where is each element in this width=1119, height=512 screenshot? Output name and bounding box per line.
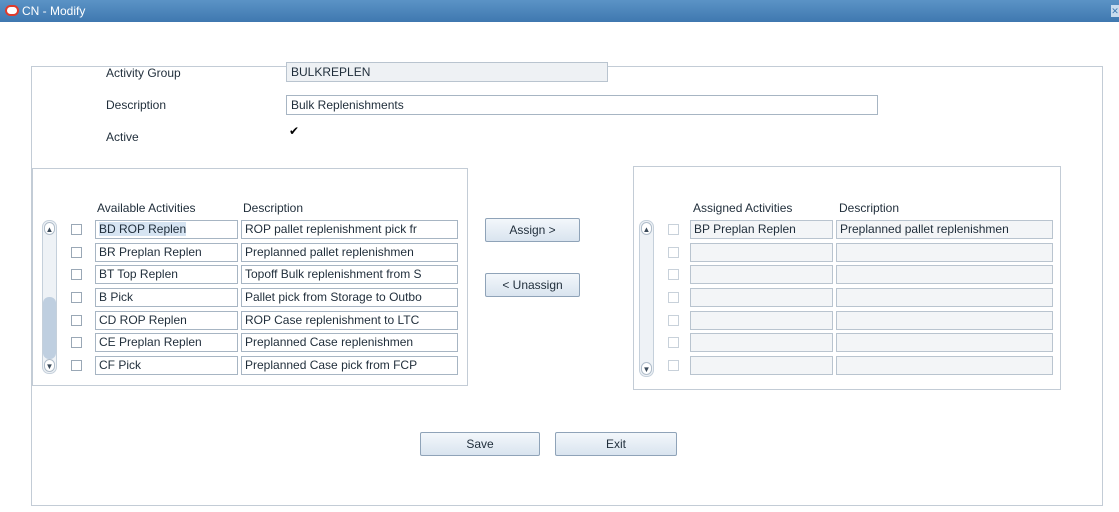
row-select-checkbox[interactable] — [71, 269, 82, 280]
assigned-activity-cell[interactable] — [690, 288, 833, 307]
available-activity-cell[interactable]: CF Pick — [95, 356, 238, 375]
scroll-down-icon[interactable]: ▼ — [641, 362, 652, 375]
available-description-cell[interactable]: Preplanned pallet replenishmen — [241, 243, 458, 262]
assigned-description-header: Description — [839, 201, 900, 215]
assigned-scrollbar[interactable]: ▲ ▼ — [639, 220, 654, 377]
row-select-checkbox[interactable] — [71, 360, 82, 371]
assigned-description-cell[interactable] — [836, 311, 1053, 330]
assigned-activity-cell[interactable] — [690, 265, 833, 284]
available-description-cell[interactable]: Preplanned Case replenishmen — [241, 333, 458, 352]
assigned-description-cell[interactable] — [836, 265, 1053, 284]
row-select-checkbox[interactable] — [71, 247, 82, 258]
close-icon[interactable]: ✕ — [1111, 5, 1119, 17]
oracle-logo-icon — [5, 5, 19, 16]
available-activity-cell[interactable]: BD ROP Replen — [95, 220, 238, 239]
active-label: Active — [106, 130, 139, 144]
row-select-checkbox[interactable] — [668, 337, 679, 348]
activity-text: BD ROP Replen — [99, 222, 187, 236]
unassign-button[interactable]: < Unassign — [485, 273, 580, 297]
row-select-checkbox[interactable] — [668, 360, 679, 371]
assigned-description-cell[interactable] — [836, 243, 1053, 262]
row-select-checkbox[interactable] — [71, 337, 82, 348]
row-select-checkbox[interactable] — [668, 224, 679, 235]
assigned-activity-cell[interactable]: BP Preplan Replen — [690, 220, 833, 239]
assigned-activity-cell[interactable] — [690, 243, 833, 262]
assigned-activity-cell[interactable] — [690, 311, 833, 330]
row-select-checkbox[interactable] — [71, 292, 82, 303]
available-description-cell[interactable]: ROP Case replenishment to LTC — [241, 311, 458, 330]
available-description-cell[interactable]: Preplanned Case pick from FCP — [241, 356, 458, 375]
available-activity-cell[interactable]: BR Preplan Replen — [95, 243, 238, 262]
assign-button[interactable]: Assign > — [485, 218, 580, 242]
available-description-header: Description — [243, 201, 304, 215]
available-description-cell[interactable]: Topoff Bulk replenishment from S — [241, 265, 458, 284]
row-select-checkbox[interactable] — [668, 315, 679, 326]
exit-button[interactable]: Exit — [555, 432, 677, 456]
row-select-checkbox[interactable] — [71, 224, 82, 235]
row-select-checkbox[interactable] — [668, 247, 679, 258]
scroll-down-icon[interactable]: ▼ — [44, 359, 55, 372]
available-description-cell[interactable]: ROP pallet replenishment pick fr — [241, 220, 458, 239]
assigned-description-cell[interactable] — [836, 288, 1053, 307]
assigned-activity-cell[interactable] — [690, 356, 833, 375]
save-button[interactable]: Save — [420, 432, 540, 456]
active-checkbox[interactable]: ✔ — [289, 125, 300, 137]
available-scrollbar[interactable]: ▲ ▼ — [42, 220, 57, 374]
available-activity-cell[interactable]: CD ROP Replen — [95, 311, 238, 330]
available-activity-cell[interactable]: BT Top Replen — [95, 265, 238, 284]
activity-group-label: Activity Group — [106, 66, 181, 80]
available-activity-cell[interactable]: CE Preplan Replen — [95, 333, 238, 352]
available-description-cell[interactable]: Pallet pick from Storage to Outbo — [241, 288, 458, 307]
available-activity-cell[interactable]: B Pick — [95, 288, 238, 307]
scroll-up-icon[interactable]: ▲ — [44, 222, 55, 235]
window-title: CN - Modify — [22, 4, 86, 18]
title-bar: CN - Modify ✕ — [0, 0, 1119, 22]
assigned-description-cell[interactable] — [836, 356, 1053, 375]
available-activities-header: Available Activities — [97, 201, 196, 215]
row-select-checkbox[interactable] — [668, 269, 679, 280]
assigned-activities-header: Assigned Activities — [693, 201, 793, 215]
row-select-checkbox[interactable] — [668, 292, 679, 303]
assigned-activity-cell[interactable] — [690, 333, 833, 352]
activity-group-field: BULKREPLEN — [286, 62, 608, 82]
description-field[interactable]: Bulk Replenishments — [286, 95, 878, 115]
assigned-description-cell[interactable] — [836, 333, 1053, 352]
scroll-up-icon[interactable]: ▲ — [641, 222, 652, 235]
scroll-thumb[interactable] — [43, 297, 56, 359]
description-label: Description — [106, 98, 167, 112]
assigned-description-cell[interactable]: Preplanned pallet replenishmen — [836, 220, 1053, 239]
row-select-checkbox[interactable] — [71, 315, 82, 326]
